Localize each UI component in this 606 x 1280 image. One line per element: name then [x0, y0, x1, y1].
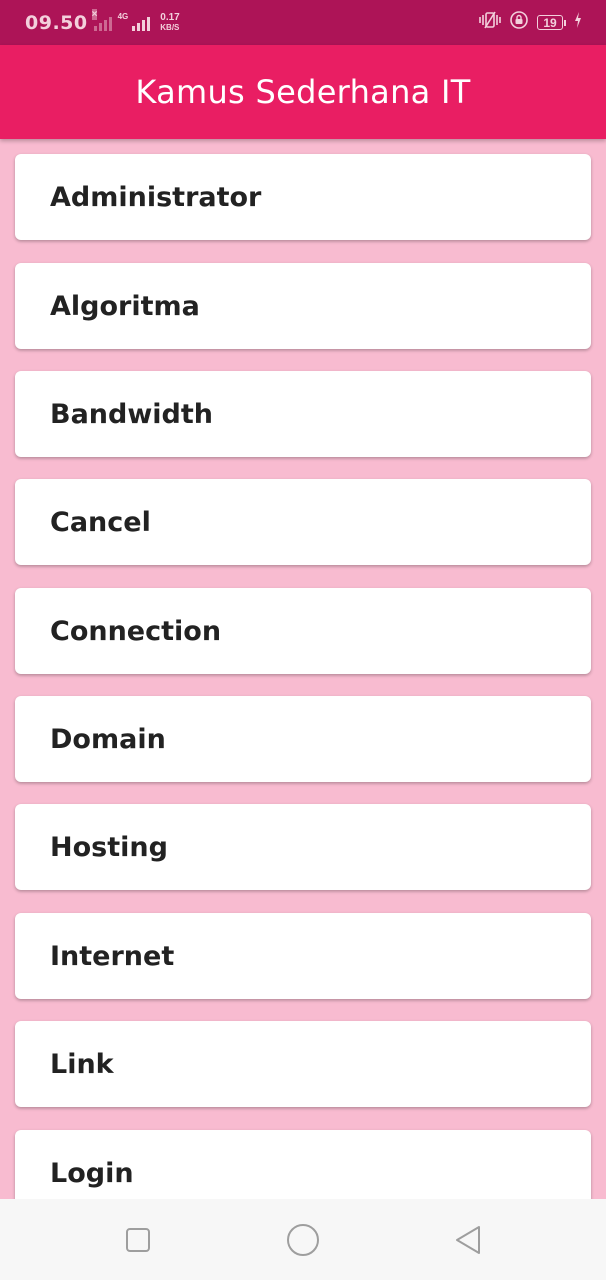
circle-icon [287, 1223, 319, 1256]
list-item-label: Link [50, 1048, 114, 1080]
status-time: 09.50 [25, 11, 88, 34]
list-item-link[interactable]: Link [15, 1021, 591, 1107]
app-bar: Kamus Sederhana IT [0, 45, 606, 139]
list-item-label: Domain [50, 723, 166, 755]
speed-unit: KB/S [160, 22, 180, 32]
network-speed: 0.17 KB/S [160, 11, 180, 33]
list-item-label: Login [50, 1157, 134, 1189]
vibrate-icon [479, 11, 501, 34]
list-item-algoritma[interactable]: Algoritma [15, 263, 591, 349]
recents-button[interactable] [108, 1199, 168, 1280]
list-item-bandwidth[interactable]: Bandwidth [15, 371, 591, 457]
list-item-label: Algoritma [50, 290, 200, 322]
app-title: Kamus Sederhana IT [135, 73, 471, 111]
list-item-hosting[interactable]: Hosting [15, 804, 591, 890]
term-list[interactable]: Administrator Algoritma Bandwidth Cancel… [0, 139, 606, 1199]
back-triangle-icon [456, 1225, 480, 1254]
list-item-label: Internet [50, 940, 175, 972]
list-item-label: Administrator [50, 181, 262, 213]
list-item-domain[interactable]: Domain [15, 696, 591, 782]
list-item-connection[interactable]: Connection [15, 588, 591, 674]
list-item-cancel[interactable]: Cancel [15, 479, 591, 565]
back-button[interactable] [438, 1199, 498, 1280]
list-item-label: Bandwidth [50, 398, 214, 430]
network-type: 4G [117, 12, 129, 21]
charging-icon [574, 12, 582, 33]
list-item-label: Hosting [50, 831, 168, 863]
rotation-lock-icon [509, 10, 529, 35]
signal-icon: × [91, 8, 112, 31]
list-item-label: Connection [50, 615, 222, 647]
navigation-bar [0, 1199, 606, 1280]
status-bar: 09.50 × 4G 0.17 KB/S 19 [0, 0, 606, 45]
signal-4g-icon [132, 15, 151, 31]
list-item-login[interactable]: Login [15, 1130, 591, 1199]
list-item-administrator[interactable]: Administrator [15, 154, 591, 240]
list-item-label: Cancel [50, 506, 151, 538]
battery-icon: 19 [537, 15, 566, 30]
status-right: 19 [479, 0, 582, 45]
battery-level: 19 [537, 15, 563, 30]
home-button[interactable] [273, 1199, 333, 1280]
status-left: 09.50 × 4G 0.17 KB/S [25, 0, 180, 45]
list-item-internet[interactable]: Internet [15, 913, 591, 999]
speed-value: 0.17 [160, 11, 180, 23]
square-icon [126, 1227, 150, 1252]
